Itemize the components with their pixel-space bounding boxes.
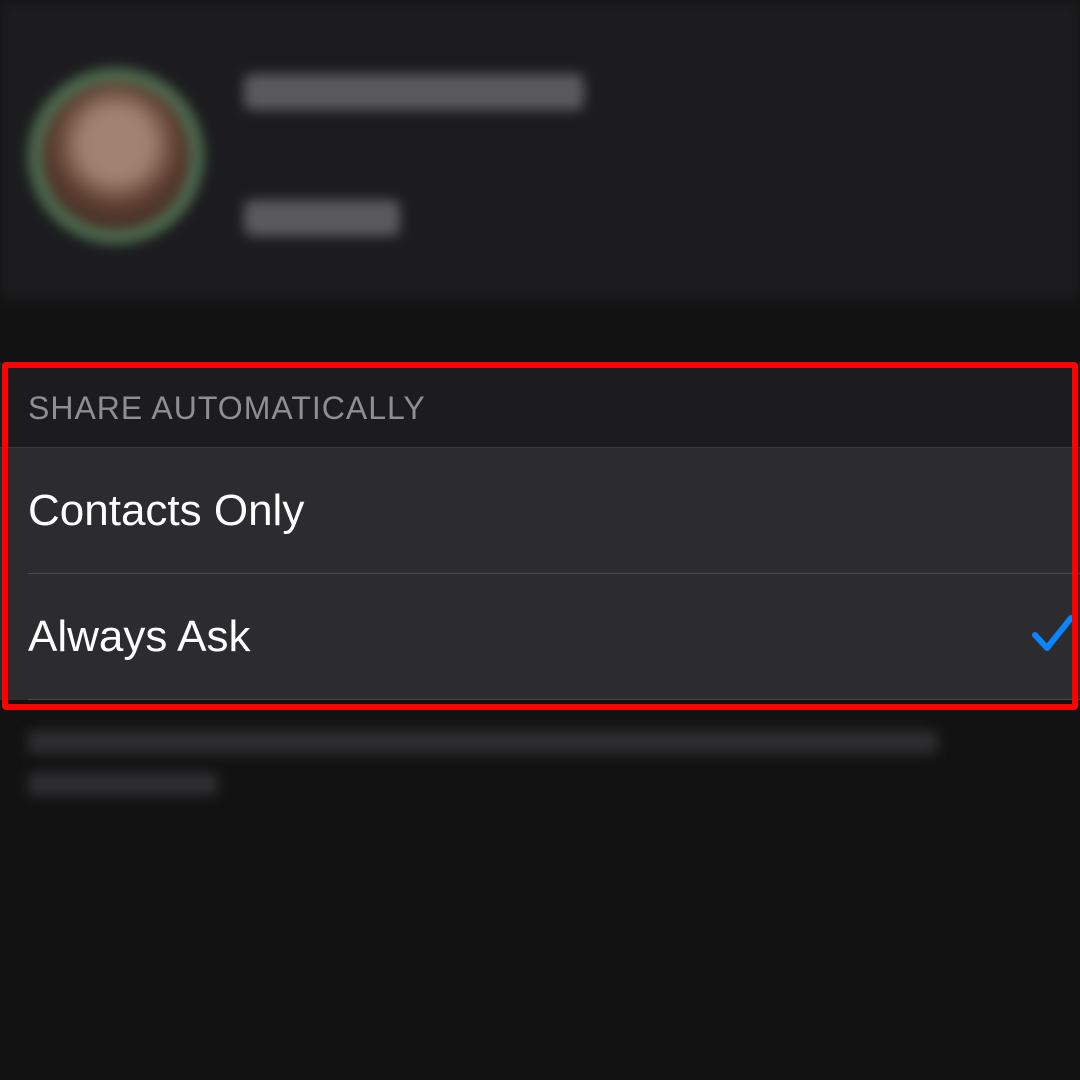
option-contacts-only[interactable]: Contacts Only [0, 448, 1080, 574]
share-automatically-group: SHARE AUTOMATICALLY Contacts Only Always… [0, 362, 1080, 710]
footer-line [28, 772, 218, 796]
section-header: SHARE AUTOMATICALLY [0, 362, 1080, 448]
screen: SHARE AUTOMATICALLY Contacts Only Always… [0, 0, 1080, 1080]
profile-name-blurred [244, 74, 584, 110]
row-divider [28, 699, 1080, 700]
avatar-ring [28, 68, 204, 244]
profile-card-blurred [0, 0, 1080, 300]
option-label: Always Ask [28, 612, 251, 661]
section-header-label: SHARE AUTOMATICALLY [28, 390, 426, 426]
avatar [42, 82, 190, 230]
footer-line [28, 730, 938, 754]
checkmark-icon [1032, 615, 1074, 651]
option-label: Contacts Only [28, 486, 305, 535]
profile-subtitle-blurred [244, 200, 400, 236]
footer-text-blurred [0, 718, 1080, 818]
option-always-ask[interactable]: Always Ask [0, 574, 1080, 700]
